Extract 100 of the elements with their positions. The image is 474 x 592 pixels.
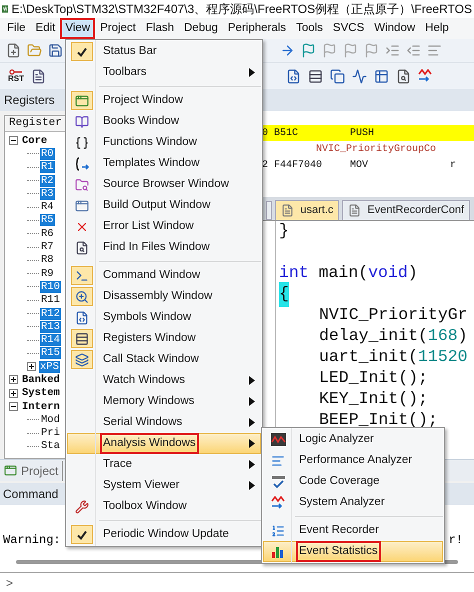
menu-item[interactable]: Flash <box>140 18 179 39</box>
menu-item[interactable]: System Viewer <box>67 475 261 496</box>
register-name[interactable]: R14 <box>40 334 61 346</box>
panel-tab[interactable]: Project <box>0 460 64 480</box>
file-search-icon <box>75 240 89 254</box>
new-file-icon[interactable] <box>6 43 21 58</box>
menu-item[interactable]: Project Window <box>67 90 261 111</box>
menu-item[interactable]: Error List Window <box>67 216 261 237</box>
menu-item[interactable]: Status Bar <box>67 41 261 62</box>
register-name[interactable]: R13 <box>40 320 61 333</box>
flag-icon[interactable] <box>301 43 316 58</box>
save-icon[interactable] <box>48 43 63 58</box>
checkmark-icon <box>76 46 88 58</box>
menu-item[interactable]: Analysis Windows <box>67 433 261 454</box>
register-name[interactable]: Pri <box>40 427 61 440</box>
menu-item[interactable]: Periodic Window Update <box>67 524 261 545</box>
reset-button[interactable]: RST <box>8 69 24 83</box>
register-name[interactable]: System <box>21 387 61 400</box>
table-icon[interactable] <box>374 68 389 84</box>
menu-item[interactable]: Edit <box>30 18 60 39</box>
submenu-arrow-icon <box>249 418 255 427</box>
menu-item[interactable]: Command Window <box>67 265 261 286</box>
menu-item[interactable]: Build Output Window <box>67 195 261 216</box>
register-name[interactable]: R8 <box>40 254 55 266</box>
register-name[interactable]: R6 <box>40 228 55 240</box>
menu-item[interactable]: Source Browser Window <box>67 174 261 195</box>
menu-item[interactable]: Window <box>369 18 420 39</box>
register-name[interactable]: R10 <box>40 280 61 293</box>
file-search-icon[interactable] <box>396 68 411 84</box>
menu-item[interactable]: Debug <box>179 18 223 39</box>
menu-item[interactable]: Project <box>95 18 141 39</box>
expand-icon[interactable] <box>27 362 36 372</box>
register-name[interactable]: R15 <box>40 347 61 360</box>
register-name[interactable]: R3 <box>40 188 55 200</box>
menu-item[interactable]: Peripherals <box>222 18 292 39</box>
braces-icon <box>75 136 89 150</box>
table-icon[interactable] <box>308 68 323 84</box>
menu-item[interactable]: SVCS <box>328 18 370 39</box>
chart-icon[interactable] <box>352 68 367 84</box>
file-tab[interactable]: EventRecorderConf <box>342 200 470 220</box>
document-icon[interactable] <box>31 68 46 84</box>
menu-item[interactable]: Find In Files Window <box>67 237 261 258</box>
expand-icon[interactable] <box>9 388 18 398</box>
register-name[interactable]: R7 <box>40 241 55 254</box>
menu-item[interactable]: System Analyzer <box>263 492 443 513</box>
register-name[interactable]: Banked <box>21 374 61 386</box>
menu-item[interactable]: Books Window <box>67 111 261 132</box>
collapse-icon[interactable] <box>9 402 18 412</box>
register-name[interactable]: Mod <box>40 414 61 426</box>
code-line: NVIC_PriorityGr <box>319 304 468 326</box>
menu-item[interactable]: Trace <box>67 454 261 475</box>
windows-icon[interactable] <box>330 68 345 84</box>
menu-item[interactable]: Event Statistics <box>263 541 443 562</box>
menu-item[interactable]: Symbols Window <box>67 307 261 328</box>
register-name[interactable]: R11 <box>40 294 61 306</box>
register-name[interactable]: Sta <box>40 440 61 452</box>
column-header: Register <box>9 116 62 132</box>
submenu-arrow-icon <box>249 376 255 385</box>
register-name[interactable]: R12 <box>40 308 61 320</box>
register-name[interactable]: xPS <box>39 360 60 373</box>
expand-icon[interactable] <box>9 375 18 384</box>
menu-item[interactable]: Help <box>420 18 454 39</box>
arrow-icon[interactable] <box>280 43 295 58</box>
menu-item[interactable]: Performance Analyzer <box>263 450 443 471</box>
menu-item[interactable]: Registers Window <box>67 328 261 349</box>
register-name[interactable]: Intern <box>21 400 61 413</box>
disassembly-line: 2 F44F7040 MOV r <box>262 158 458 172</box>
menu-item[interactable]: Disassembly Window <box>67 286 261 307</box>
wave-arrow-icon <box>270 496 286 510</box>
menu-item[interactable]: View <box>60 18 96 39</box>
submenu-arrow-icon <box>249 397 255 406</box>
register-name[interactable]: R0 <box>40 148 55 160</box>
menu-item[interactable]: Functions Window <box>67 132 261 153</box>
collapse-icon[interactable] <box>9 136 18 146</box>
menu-item[interactable]: Toolbox Window <box>67 496 261 517</box>
menu-item[interactable]: Code Coverage <box>263 471 443 492</box>
menu-item[interactable]: Watch Windows <box>67 370 261 391</box>
source-line: NVIC_PriorityGroupCo <box>316 142 436 156</box>
register-name[interactable]: R2 <box>40 174 55 187</box>
register-name[interactable]: Core <box>21 134 48 147</box>
menu-item[interactable]: Memory Windows <box>67 391 261 412</box>
menu-item[interactable]: Toolbars <box>67 62 261 83</box>
file-tab[interactable]: usart.c <box>275 200 340 220</box>
braces-arrow-icon <box>74 156 90 170</box>
menu-item[interactable]: Serial Windows <box>67 412 261 433</box>
menu-item[interactable]: Tools <box>291 18 328 39</box>
register-name[interactable]: R4 <box>40 201 55 214</box>
register-name[interactable]: R9 <box>40 268 55 280</box>
menu-item[interactable]: File <box>2 18 31 39</box>
menu-item[interactable]: Logic Analyzer <box>263 429 443 450</box>
file-code-icon[interactable] <box>286 68 301 84</box>
command-prompt: > <box>6 574 14 592</box>
menu-item[interactable]: Templates Window <box>67 153 261 174</box>
wave-arrow-icon[interactable] <box>418 69 433 83</box>
menu-item[interactable]: Call Stack Window <box>67 349 261 370</box>
window-icon <box>75 94 89 108</box>
register-name[interactable]: R5 <box>40 214 55 226</box>
menu-item[interactable]: Event Recorder <box>263 520 443 541</box>
register-name[interactable]: R1 <box>40 161 55 174</box>
panel-title: Command <box>3 486 58 503</box>
